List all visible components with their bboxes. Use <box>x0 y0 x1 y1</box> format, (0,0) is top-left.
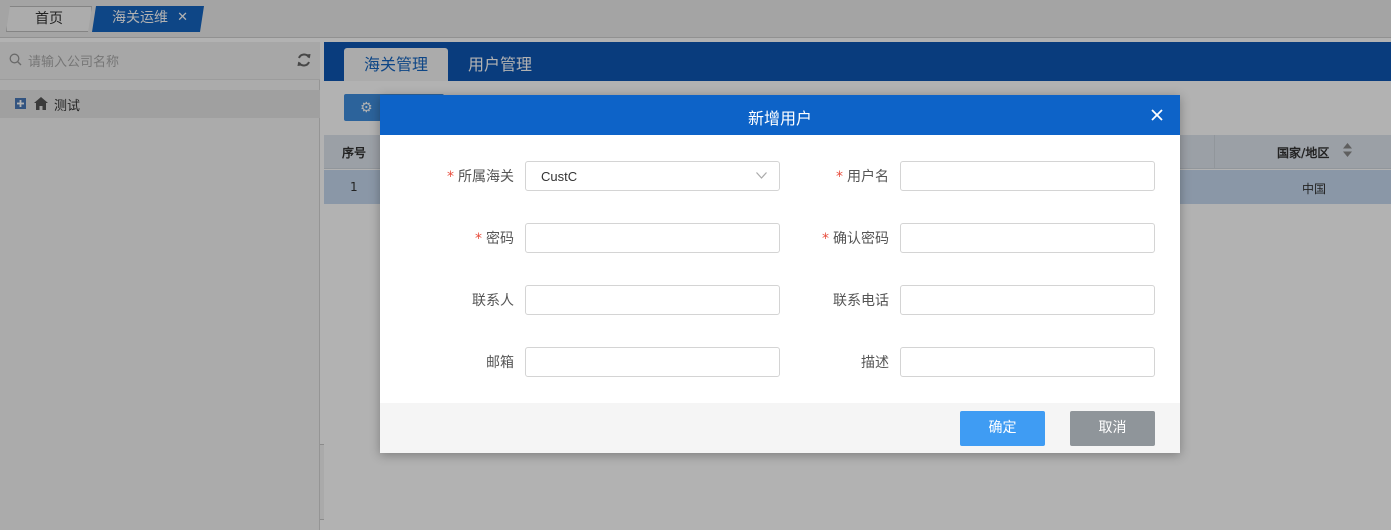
confirm-button[interactable]: 确定 <box>960 411 1045 446</box>
username-label-text: 用户名 <box>847 169 889 185</box>
contact-input[interactable] <box>525 285 780 315</box>
description-label: 描述 <box>861 355 889 371</box>
confirm-password-label-text: 确认密码 <box>833 231 889 247</box>
password-label: * 密码 <box>384 228 514 248</box>
dialog-header: 新增用户 <box>380 95 1180 135</box>
email-input[interactable] <box>525 347 780 377</box>
required-mark: * <box>447 169 454 185</box>
add-user-dialog: 新增用户 * 所属海关 CustC * 用户名 * 密码 * 确认密码 联系人 联系电话… <box>380 95 1180 453</box>
email-label: 邮箱 <box>486 355 514 371</box>
customs-label-text: 所属海关 <box>458 169 514 185</box>
cancel-button[interactable]: 取消 <box>1070 411 1155 446</box>
username-input[interactable] <box>900 161 1155 191</box>
required-mark: * <box>822 231 829 247</box>
phone-label: 联系电话 <box>833 293 889 309</box>
customs-select-value: CustC <box>541 169 578 184</box>
dialog-title: 新增用户 <box>747 109 812 128</box>
close-icon[interactable] <box>1150 108 1164 122</box>
customs-label: * 所属海关 <box>384 166 514 186</box>
contact-label: 联系人 <box>472 293 514 309</box>
customs-select[interactable]: CustC <box>525 161 780 191</box>
confirm-password-label: * 确认密码 <box>759 228 889 248</box>
dialog-footer: 确定 取消 <box>380 403 1180 453</box>
password-label-text: 密码 <box>486 231 514 247</box>
password-input[interactable] <box>525 223 780 253</box>
phone-input[interactable] <box>900 285 1155 315</box>
confirm-password-input[interactable] <box>900 223 1155 253</box>
required-mark: * <box>836 169 843 185</box>
required-mark: * <box>475 231 482 247</box>
description-input[interactable] <box>900 347 1155 377</box>
username-label: * 用户名 <box>759 166 889 186</box>
